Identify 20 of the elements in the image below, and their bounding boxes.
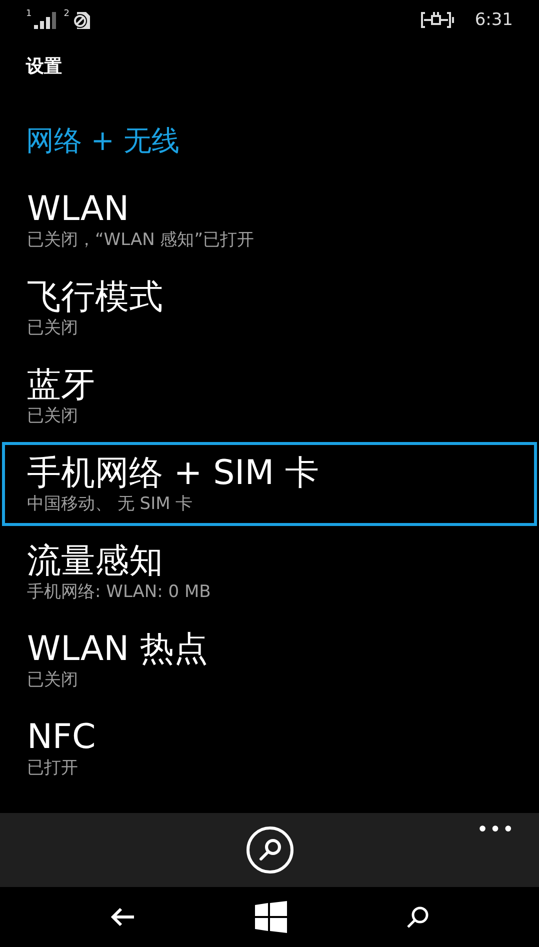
sim-number: 1 bbox=[26, 9, 32, 19]
settings-item[interactable]: NFC 已打开 bbox=[2, 706, 537, 790]
more-button[interactable]: ••• bbox=[476, 817, 515, 841]
back-icon[interactable] bbox=[110, 906, 136, 928]
settings-item[interactable]: 手机网络 + SIM 卡 中国移动、 无 SIM 卡 bbox=[2, 442, 537, 526]
settings-item[interactable]: 蓝牙 已关闭 bbox=[2, 354, 537, 438]
settings-item[interactable]: 飞行模式 已关闭 bbox=[2, 266, 537, 350]
search-icon[interactable] bbox=[406, 905, 430, 929]
page-title: 设置 bbox=[24, 55, 63, 79]
settings-item[interactable]: 流量感知 手机网络: WLAN: 0 MB bbox=[2, 530, 537, 614]
sim-number: 2 bbox=[64, 9, 70, 19]
signal-icon bbox=[34, 10, 58, 30]
settings-item[interactable]: WLAN 热点 已关闭 bbox=[2, 618, 537, 702]
clock-time: 6:31 bbox=[474, 10, 513, 30]
section-title: 网络 + 无线 bbox=[25, 123, 180, 159]
no-sim-icon bbox=[71, 10, 92, 30]
charging-battery-icon bbox=[420, 11, 455, 29]
search-button[interactable] bbox=[244, 825, 294, 875]
windows-logo-icon[interactable] bbox=[254, 901, 286, 933]
settings-item[interactable]: WLAN 已关闭，“WLAN 感知”已打开 bbox=[2, 178, 537, 262]
